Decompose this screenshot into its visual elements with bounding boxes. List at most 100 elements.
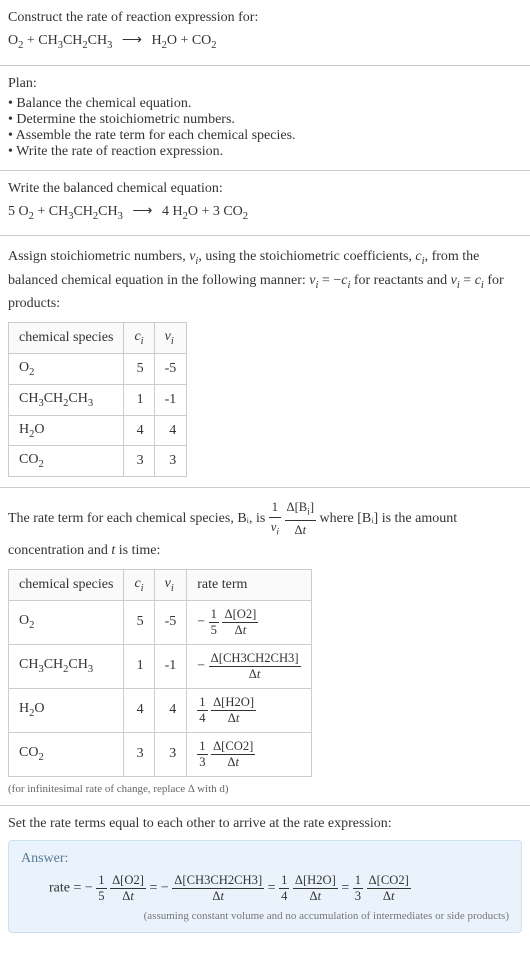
frac-delta: Δ[H2O]Δt (293, 873, 338, 904)
frac-coef: 13 (353, 873, 363, 904)
cell-species: CO2 (9, 446, 124, 477)
cell-species: H2O (9, 688, 124, 732)
frac-top: Δ[O2] (222, 607, 258, 623)
balanced-section: Write the balanced chemical equation: 5 … (0, 171, 530, 237)
col-species: chemical species (9, 569, 124, 600)
frac-top: 1 (197, 739, 207, 755)
frac-delta: Δ[CO2]Δt (211, 739, 255, 770)
frac-top: 1 (209, 607, 219, 623)
cell-v: -1 (154, 384, 187, 415)
cell-species: O2 (9, 354, 124, 385)
frac-delta: Δ[O2]Δt (222, 607, 258, 638)
rateterm-intro-a: The rate term for each chemical species,… (8, 511, 269, 526)
table-row: H2O 4 4 14 Δ[H2O]Δt (9, 688, 312, 732)
rateterm-table: chemical species ci νi rate term O2 5 -5… (8, 569, 312, 777)
sign: − (161, 880, 169, 895)
plan-list: Balance the chemical equation. Determine… (8, 96, 522, 160)
cell-species: CH3CH2CH3 (9, 384, 124, 415)
plan-item: Assemble the rate term for each chemical… (8, 128, 522, 144)
frac-bot: 4 (279, 889, 289, 904)
frac-bot: Δt (110, 889, 146, 904)
col-rate: rate term (187, 569, 311, 600)
cell-c: 1 (124, 384, 154, 415)
rateterm-note: (for infinitesimal rate of change, repla… (8, 783, 522, 795)
frac-bot: Δt (209, 667, 301, 682)
header-title: Construct the rate of reaction expressio… (8, 10, 522, 26)
frac-top: Δ[CO2] (211, 739, 255, 755)
cell-species: CH3CH2CH3 (9, 644, 124, 688)
frac-top: Δ[CH3CH2CH3] (209, 651, 301, 667)
answer-box: Answer: rate = − 15 Δ[O2]Δt = − Δ[CH3CH2… (8, 840, 522, 933)
table-header-row: chemical species ci νi (9, 323, 187, 354)
final-title: Set the rate terms equal to each other t… (8, 816, 522, 832)
frac-bot: Δt (367, 889, 411, 904)
stoich-table: chemical species ci νi O2 5 -5 CH3CH2CH3… (8, 322, 187, 477)
frac-coef: 15 (209, 607, 219, 638)
frac-delta: Δ[CH3CH2CH3]Δt (172, 873, 264, 904)
rate-prefix: rate = (49, 880, 85, 895)
frac-top: 1 (96, 873, 106, 889)
cell-c: 4 (124, 415, 154, 446)
frac-coef: 14 (197, 695, 207, 726)
cell-c: 5 (124, 600, 154, 644)
header-equation: O2 + CH3CH2CH3 ⟶ H2O + CO2 (8, 30, 522, 55)
cell-c: 3 (124, 446, 154, 477)
sign: − (197, 614, 205, 629)
frac-top: Δ[H2O] (293, 873, 338, 889)
table-row: CH3CH2CH3 1 -1 (9, 384, 187, 415)
frac-bot: Δt (211, 711, 256, 726)
frac-bot: 3 (353, 889, 363, 904)
balanced-equation: 5 O2 + CH3CH2CH3 ⟶ 4 H2O + 3 CO2 (8, 201, 522, 226)
balanced-title: Write the balanced chemical equation: (8, 181, 522, 197)
frac-coef: 13 (197, 739, 207, 770)
plan-title: Plan: (8, 76, 522, 92)
cell-species: H2O (9, 415, 124, 446)
sign: − (85, 880, 93, 895)
frac-top: Δ[CO2] (367, 873, 411, 889)
frac-bot: Δt (293, 889, 338, 904)
col-species: chemical species (9, 323, 124, 354)
frac-delta: Δ[H2O]Δt (211, 695, 256, 726)
col-ci: ci (124, 569, 154, 600)
table-row: O2 5 -5 (9, 354, 187, 385)
frac-delta: Δ[CH3CH2CH3]Δt (209, 651, 301, 682)
frac-bot: Δt (172, 889, 264, 904)
frac-delta: Δ[O2]Δt (110, 873, 146, 904)
answer-expression: rate = − 15 Δ[O2]Δt = − Δ[CH3CH2CH3]Δt =… (21, 873, 509, 904)
cell-rate: 13 Δ[CO2]Δt (187, 732, 311, 776)
table-row: O2 5 -5 − 15 Δ[O2]Δt (9, 600, 312, 644)
frac-bot: 5 (96, 889, 106, 904)
table-header-row: chemical species ci νi rate term (9, 569, 312, 600)
rateterm-section: The rate term for each chemical species,… (0, 488, 530, 805)
plan-section: Plan: Balance the chemical equation. Det… (0, 66, 530, 171)
frac-delta: Δ[CO2]Δt (367, 873, 411, 904)
frac-top: Δ[Bi] (285, 498, 317, 521)
table-row: H2O 4 4 (9, 415, 187, 446)
stoich-section: Assign stoichiometric numbers, νi, using… (0, 236, 530, 488)
frac-bot: 4 (197, 711, 207, 726)
frac-top: Δ[H2O] (211, 695, 256, 711)
table-row: CH3CH2CH3 1 -1 − Δ[CH3CH2CH3]Δt (9, 644, 312, 688)
col-ci: ci (124, 323, 154, 354)
frac-top: 1 (279, 873, 289, 889)
frac-top: 1 (353, 873, 363, 889)
rateterm-intro-c: is time: (115, 543, 160, 558)
answer-note: (assuming constant volume and no accumul… (21, 910, 509, 922)
frac-bot: Δt (211, 755, 255, 770)
frac-bot: 3 (197, 755, 207, 770)
cell-v: 4 (154, 688, 187, 732)
cell-c: 3 (124, 732, 154, 776)
cell-v: -1 (154, 644, 187, 688)
cell-v: -5 (154, 354, 187, 385)
frac-bot: Δt (222, 623, 258, 638)
answer-label: Answer: (21, 851, 509, 867)
rateterm-intro: The rate term for each chemical species,… (8, 498, 522, 561)
stoich-intro: Assign stoichiometric numbers, νi, using… (8, 246, 522, 314)
frac-one-over-nu: 1 νi (269, 498, 281, 540)
cell-rate: − Δ[CH3CH2CH3]Δt (187, 644, 311, 688)
frac-top: Δ[O2] (110, 873, 146, 889)
cell-c: 1 (124, 644, 154, 688)
cell-rate: 14 Δ[H2O]Δt (187, 688, 311, 732)
final-section: Set the rate terms equal to each other t… (0, 806, 530, 943)
cell-v: -5 (154, 600, 187, 644)
